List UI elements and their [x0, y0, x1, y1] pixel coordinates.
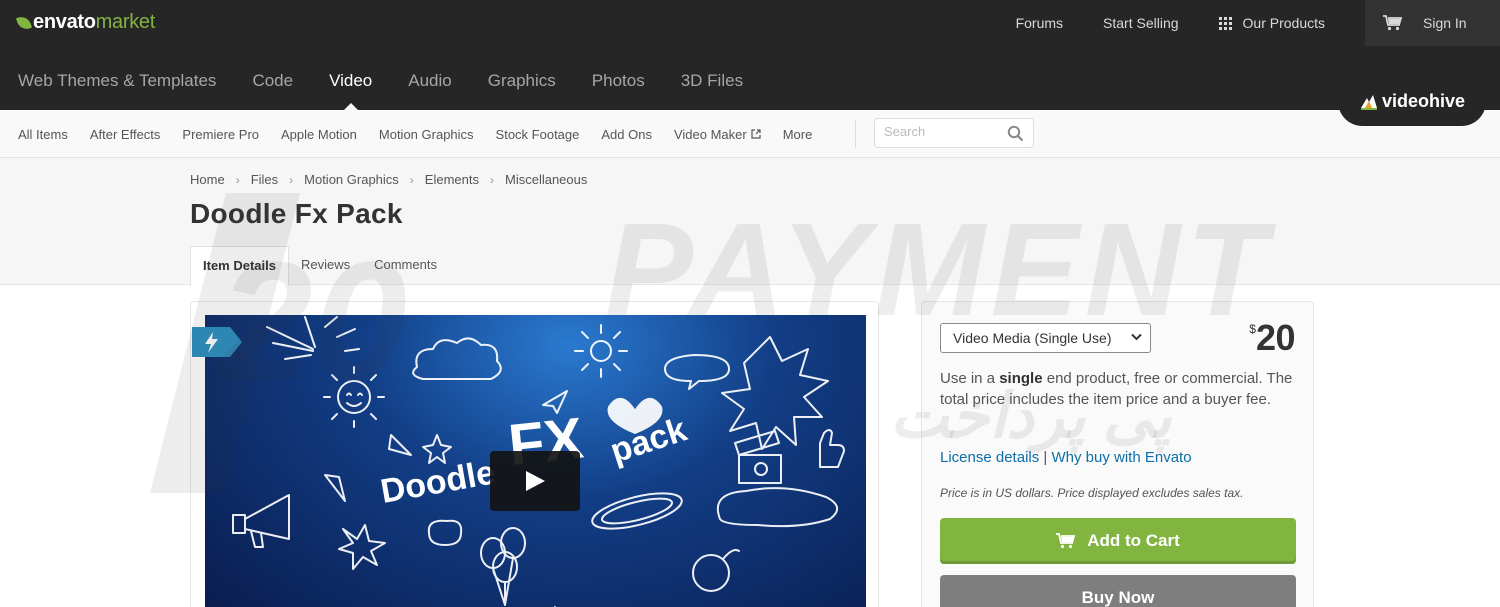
logo-suffix: market: [95, 11, 156, 33]
main-category-nav: Web Themes & Templates Code Video Audio …: [18, 71, 779, 110]
breadcrumb-home[interactable]: Home: [190, 172, 225, 187]
breadcrumb-motion-graphics[interactable]: Motion Graphics: [304, 172, 399, 187]
subnav-more[interactable]: More: [783, 127, 813, 142]
why-buy-link[interactable]: Why buy with Envato: [1051, 449, 1191, 466]
search-box: [874, 118, 1034, 148]
our-products-link[interactable]: Our Products: [1218, 15, 1325, 31]
license-details-link[interactable]: License details: [940, 449, 1039, 466]
buy-now-label: Buy Now: [1081, 588, 1155, 607]
video-maker-label: Video Maker: [673, 126, 747, 142]
breadcrumb: Home › Files › Motion Graphics › Element…: [190, 172, 587, 187]
subnav-premiere-pro[interactable]: Premiere Pro: [182, 127, 259, 142]
subnav-divider: [855, 120, 856, 148]
our-products-label: Our Products: [1242, 15, 1325, 31]
subnav-after-effects[interactable]: After Effects: [90, 127, 161, 142]
price-currency: $: [1249, 322, 1256, 336]
external-link-icon: [751, 129, 761, 139]
tab-reviews[interactable]: Reviews: [289, 246, 362, 285]
desc-bold: single: [999, 370, 1043, 387]
license-description: Use in a single end product, free or com…: [940, 368, 1300, 410]
nav-code[interactable]: Code: [252, 71, 293, 91]
top-links: Forums Start Selling Our Products Sign I…: [1016, 0, 1500, 46]
item-tabs: Item Details Reviews Comments: [190, 246, 449, 286]
chevron-down-icon: [1131, 333, 1142, 341]
desc-before: Use in a: [940, 370, 1000, 387]
nav-web-themes[interactable]: Web Themes & Templates: [18, 71, 216, 91]
nav-photos[interactable]: Photos: [592, 71, 645, 91]
cart-icon: [1056, 533, 1076, 549]
subnav-apple-motion[interactable]: Apple Motion: [281, 127, 357, 142]
add-to-cart-label: Add to Cart: [1087, 531, 1180, 550]
breadcrumb-files[interactable]: Files: [251, 172, 278, 187]
chevron-right-icon: ›: [289, 172, 294, 187]
logo-brand: envato: [33, 11, 96, 33]
item-preview-panel: Doodle FX pack: [190, 301, 879, 607]
add-to-cart-button[interactable]: Add to Cart: [940, 518, 1296, 564]
top-bar: envato market Forums Start Selling Our P…: [0, 0, 1500, 110]
nav-graphics[interactable]: Graphics: [488, 71, 556, 91]
play-button[interactable]: [490, 451, 580, 511]
sub-category-nav: All Items After Effects Premiere Pro App…: [0, 110, 1500, 158]
subnav-stock-footage[interactable]: Stock Footage: [496, 127, 580, 142]
breadcrumb-miscellaneous[interactable]: Miscellaneous: [505, 172, 587, 187]
videohive-badge[interactable]: videohive: [1338, 77, 1486, 126]
grid-icon: [1218, 16, 1232, 30]
purchase-panel: Video Media (Single Use) $ 20 Use in a s…: [921, 301, 1314, 607]
leaf-icon: [15, 13, 33, 32]
search-icon[interactable]: [1007, 125, 1024, 142]
tab-comments[interactable]: Comments: [362, 246, 449, 285]
nav-video[interactable]: Video: [329, 71, 372, 110]
chevron-right-icon: ›: [490, 172, 494, 187]
price-amount: 20: [1255, 317, 1296, 358]
buy-now-button[interactable]: Buy Now: [940, 575, 1296, 607]
subnav-video-maker[interactable]: Video Maker: [674, 127, 761, 142]
search-input[interactable]: [884, 124, 1004, 139]
nav-audio[interactable]: Audio: [408, 71, 451, 91]
sign-in-label: Sign In: [1423, 15, 1467, 31]
start-selling-link[interactable]: Start Selling: [1103, 15, 1178, 31]
link-separator: |: [1043, 449, 1048, 466]
breadcrumb-elements[interactable]: Elements: [425, 172, 479, 187]
trending-flag-icon: [192, 327, 242, 357]
chevron-right-icon: ›: [235, 172, 240, 187]
page-title: Doodle Fx Pack: [190, 198, 403, 229]
chevron-right-icon: ›: [409, 172, 414, 187]
item-header: Home › Files › Motion Graphics › Element…: [0, 158, 1500, 286]
cart-icon: [1383, 15, 1403, 31]
license-select[interactable]: Video Media (Single Use): [940, 323, 1151, 353]
videohive-label: videohive: [1382, 91, 1466, 111]
subnav-all-items[interactable]: All Items: [18, 127, 68, 142]
price-note: Price is in US dollars. Price displayed …: [940, 486, 1244, 500]
forums-link[interactable]: Forums: [1016, 15, 1063, 31]
subnav-motion-graphics[interactable]: Motion Graphics: [379, 127, 474, 142]
preview-text-doodle: Doodle: [378, 453, 498, 510]
envato-market-logo[interactable]: envato market: [15, 11, 156, 34]
nav-3d-files[interactable]: 3D Files: [681, 71, 743, 91]
subnav-add-ons[interactable]: Add Ons: [601, 127, 652, 142]
sign-in-button[interactable]: Sign In: [1365, 0, 1500, 46]
video-preview[interactable]: Doodle FX pack: [205, 315, 866, 607]
videohive-logo-icon: [1361, 94, 1377, 110]
price: $ 20: [1249, 320, 1295, 356]
license-select-value: Video Media (Single Use): [953, 330, 1112, 346]
license-links: License details | Why buy with Envato: [940, 449, 1192, 466]
tab-item-details[interactable]: Item Details: [190, 246, 289, 286]
